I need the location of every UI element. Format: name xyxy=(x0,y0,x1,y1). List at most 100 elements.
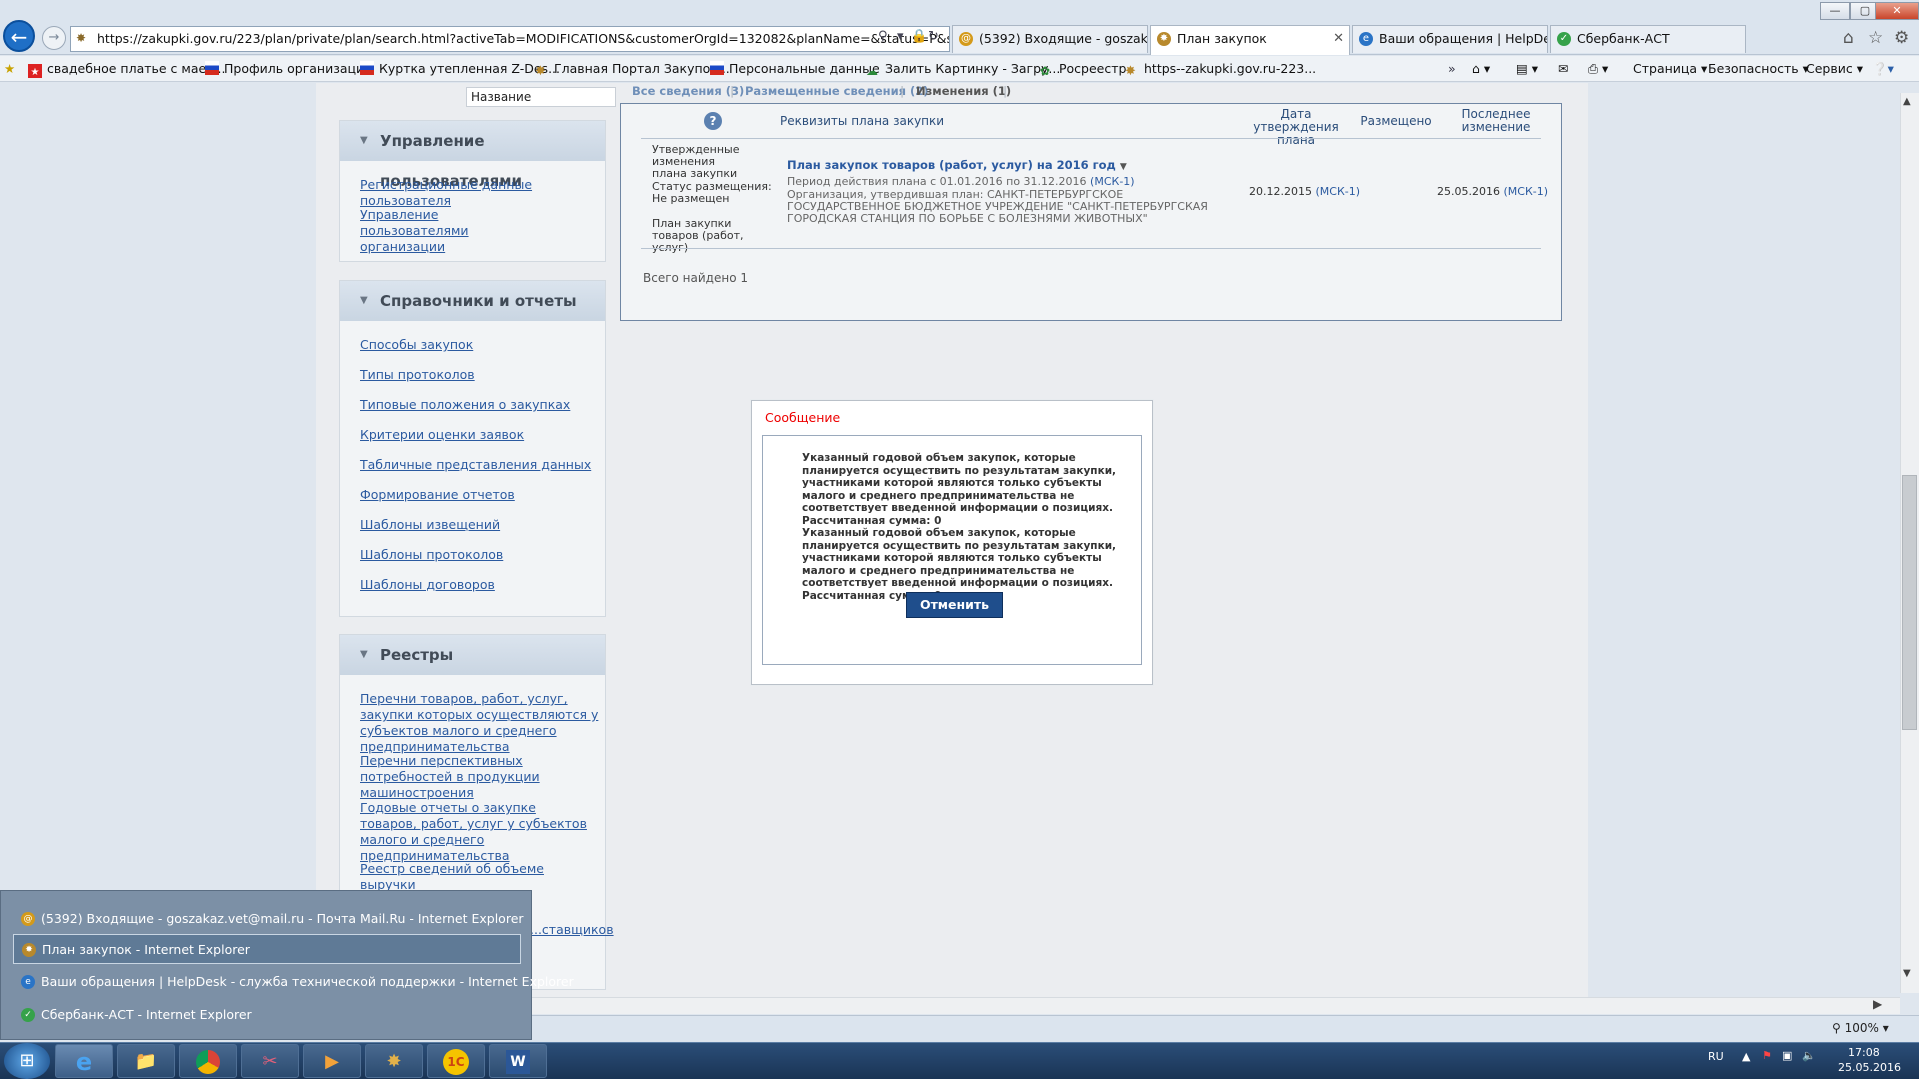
tab-mail[interactable]: @ (5392) Входящие - goszakaz.v... xyxy=(952,25,1148,53)
home-icon[interactable]: ⌂ ▾ xyxy=(1472,60,1490,78)
gear-icon[interactable]: ⚙ xyxy=(1894,28,1909,48)
forward-button[interactable]: → xyxy=(42,26,66,50)
refresh-icon[interactable]: ↻ xyxy=(928,29,939,44)
language-indicator[interactable]: RU xyxy=(1708,1050,1724,1063)
approval-date: 20.12.2015 (МСК-1) xyxy=(1249,185,1361,198)
jumplist-item[interactable]: ✸ План закупок - Internet Explorer xyxy=(13,934,521,964)
mail-icon[interactable]: ✉ xyxy=(1558,60,1568,78)
close-window-button[interactable]: ✕ xyxy=(1875,2,1919,20)
scissors-taskbar-icon[interactable]: ✂ xyxy=(241,1044,299,1078)
chevron-down-icon[interactable]: ▼ xyxy=(1120,162,1127,172)
favorite-link[interactable]: Персональные данные xyxy=(710,60,880,78)
sidebar-link[interactable]: Шаблоны извещений xyxy=(360,517,500,533)
help-icon[interactable]: ? xyxy=(704,112,722,130)
sidebar-link[interactable]: Реестр сведений об объеме выручки xyxy=(360,861,600,893)
favorite-link[interactable]: ✿ Росреестр xyxy=(1040,60,1126,78)
tab-sberbank[interactable]: ✓ Сбербанк-АСТ xyxy=(1550,25,1746,53)
flag-icon[interactable]: ⚑ xyxy=(1762,1049,1772,1062)
address-bar[interactable]: https://zakupki.gov.ru/223/plan/private/… xyxy=(70,26,950,52)
minimize-button[interactable]: — xyxy=(1820,2,1850,20)
main-tabs: Все сведения (3) | Размещенные сведения … xyxy=(620,83,1011,99)
dialog-title: Сообщение xyxy=(765,410,841,425)
sidebar-link[interactable]: Формирование отчетов xyxy=(360,487,515,503)
panel-header[interactable]: ▼ Реестры xyxy=(340,635,605,675)
ie-taskbar-icon[interactable]: e xyxy=(55,1044,113,1078)
chrome-taskbar-icon[interactable] xyxy=(179,1044,237,1078)
divider xyxy=(641,248,1541,249)
start-button[interactable]: ⊞ xyxy=(4,1043,50,1079)
sidebar-link[interactable]: Шаблоны протоколов xyxy=(360,547,503,563)
sidebar-link[interactable]: Перечни товаров, работ, услуг, закупки к… xyxy=(360,691,600,755)
link-org-users[interactable]: Управление пользователями организации xyxy=(360,207,550,255)
dialog-message: Указанный годовой объем закупок, которые… xyxy=(802,452,1117,602)
sidebar-link[interactable]: Типовые положения о закупках xyxy=(360,397,570,413)
dropdown-icon[interactable]: ▾ xyxy=(897,29,904,44)
plan-title-link[interactable]: План закупок товаров (работ, услуг) на 2… xyxy=(787,159,1127,173)
divider xyxy=(641,138,1541,139)
media-player-taskbar-icon[interactable]: ▶ xyxy=(303,1044,361,1078)
folder-taskbar-icon[interactable]: 📁 xyxy=(117,1044,175,1078)
header-placed: Размещено xyxy=(1360,114,1432,128)
back-button[interactable]: ← xyxy=(3,20,35,52)
security-menu[interactable]: Безопасность ▾ xyxy=(1708,60,1809,78)
favorite-link[interactable]: Профиль организации xyxy=(205,60,372,78)
row-type: Утвержденные изменения плана закупки xyxy=(652,143,740,180)
cancel-button[interactable]: Отменить xyxy=(906,592,1003,618)
favorite-link[interactable]: ✸ https--zakupki.gov.ru-223... xyxy=(1125,60,1316,79)
scrollbar-thumb[interactable] xyxy=(1902,475,1917,730)
favorite-link[interactable]: ✸ Главная Портал Закупок... xyxy=(535,60,730,79)
tab-helpdesk[interactable]: e Ваши обращения | HelpDesk - ... xyxy=(1352,25,1548,53)
zoom-control[interactable]: ⚲ 100% ▾ xyxy=(1832,1021,1889,1035)
search-icon[interactable]: ⚲ xyxy=(878,29,888,44)
network-icon[interactable]: ▣ xyxy=(1782,1049,1792,1062)
gov-emblem-icon: ✸ xyxy=(22,943,36,957)
show-hidden-icons-icon[interactable]: ▲ xyxy=(1742,1050,1750,1063)
word-taskbar-icon[interactable]: W xyxy=(489,1044,547,1078)
sidebar-link[interactable]: Критерии оценки заявок xyxy=(360,427,524,443)
print-icon[interactable]: ⎙ ▾ xyxy=(1588,60,1608,78)
close-tab-icon[interactable]: ✕ xyxy=(1333,26,1344,52)
service-menu[interactable]: Сервис ▾ xyxy=(1806,60,1863,78)
site-icon: ✸ xyxy=(76,31,87,45)
jumplist-item[interactable]: ✓ Сбербанк-АСТ - Internet Explorer xyxy=(13,1000,521,1030)
clock-time[interactable]: 17:08 xyxy=(1848,1046,1880,1059)
sidebar-link[interactable]: Шаблоны договоров xyxy=(360,577,495,593)
scroll-down-icon[interactable]: ▼ xyxy=(1903,968,1911,979)
rss-icon[interactable]: ▤ ▾ xyxy=(1516,60,1538,78)
tab-all[interactable]: Все сведения (3) xyxy=(632,83,744,99)
1c-taskbar-icon[interactable]: 1С xyxy=(427,1044,485,1078)
horizontal-scrollbar[interactable] xyxy=(530,997,1900,1014)
plan-org: Организация, утвердившая план: САНКТ-ПЕТ… xyxy=(787,188,1208,225)
panel-references: ▼ Справочники и отчеты Способы закупок Ти… xyxy=(339,280,606,617)
favorite-link[interactable]: ★ свадебное платье с маеч... xyxy=(28,60,226,78)
scroll-right-icon[interactable]: ▶ xyxy=(1873,997,1882,1011)
jumplist-item[interactable]: @ (5392) Входящие - goszakaz.vet@mail.ru … xyxy=(13,904,524,934)
tab-modifications[interactable]: Изменения (1) xyxy=(916,83,1011,99)
sidebar-link[interactable]: Табличные представления данных xyxy=(360,457,591,473)
favorites-star-icon[interactable]: ☆ xyxy=(1868,28,1883,48)
tab-plan[interactable]: ✸ План закупок ✕ xyxy=(1150,25,1350,55)
sidebar-link[interactable]: Типы протоколов xyxy=(360,367,475,383)
jumplist-item[interactable]: e Ваши обращения | HelpDesk - служба техн… xyxy=(13,967,574,997)
clock-date[interactable]: 25.05.2016 xyxy=(1838,1061,1901,1074)
help-icon[interactable]: ❔▾ xyxy=(1872,60,1894,78)
ru-flag-icon xyxy=(710,61,724,75)
ru-flag-icon xyxy=(205,61,219,75)
link-user-registration[interactable]: Регистрационные данные пользователя xyxy=(360,177,600,209)
sidebar-link[interactable]: Перечни перспективных потребностей в про… xyxy=(360,753,600,801)
sidebar-link[interactable]: ...ставщиков xyxy=(530,922,614,938)
page-menu[interactable]: Страница ▾ xyxy=(1633,60,1707,78)
sidebar-link[interactable]: Годовые отчеты о закупке товаров, работ,… xyxy=(360,800,590,864)
favorites-star-icon[interactable]: ★ xyxy=(4,60,15,78)
chevron-more-icon[interactable]: » xyxy=(1448,60,1456,78)
panel-header[interactable]: ▼ Управление пользователями xyxy=(340,121,605,190)
sidebar-link[interactable]: Способы закупок xyxy=(360,337,473,353)
volume-icon[interactable]: 🔈 xyxy=(1802,1049,1816,1062)
favorite-link[interactable]: ☁ Залить Картинку - Загру... xyxy=(866,60,1060,78)
home-icon[interactable]: ⌂ xyxy=(1843,28,1854,48)
favorite-link[interactable]: Куртка утепленная Z-Des... xyxy=(360,60,560,78)
gov-emblem-taskbar-icon[interactable]: ✸ xyxy=(365,1044,423,1078)
scroll-up-icon[interactable]: ▲ xyxy=(1903,96,1911,107)
panel-header[interactable]: ▼ Справочники и отчеты xyxy=(340,281,605,321)
mail-icon: @ xyxy=(959,32,973,46)
